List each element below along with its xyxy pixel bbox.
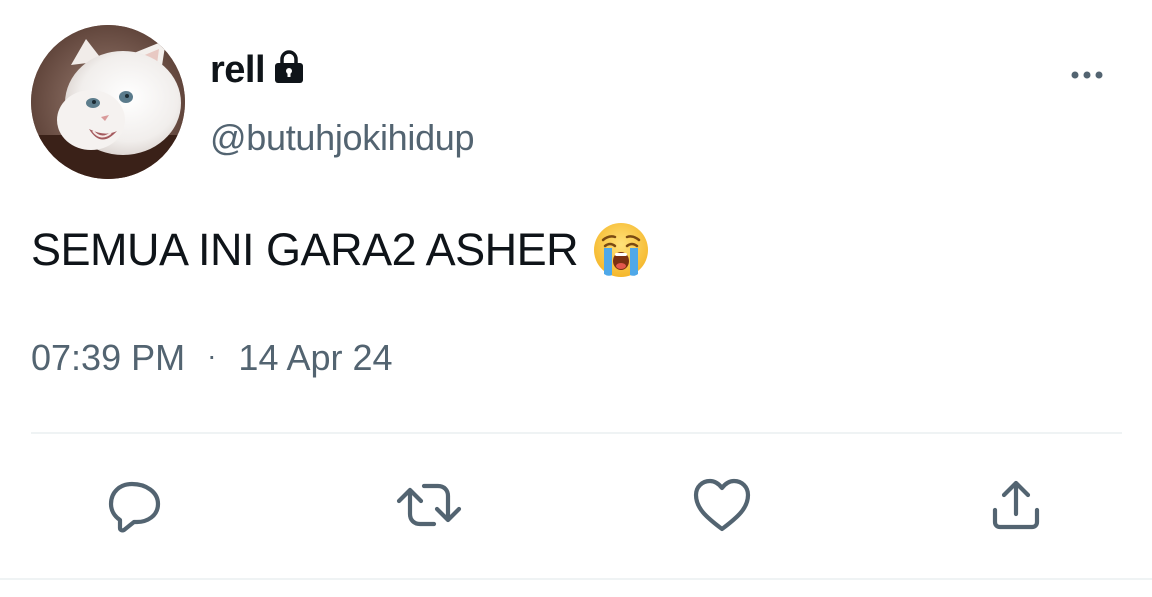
share-icon [987,476,1045,539]
heart-icon [692,477,752,538]
meta-separator: · [207,340,217,371]
bottom-divider [0,578,1152,580]
tweet-text: SEMUA INI GARA2 ASHER [31,220,650,280]
loudly-crying-face-emoji-icon [592,221,650,279]
tweet-text-content: SEMUA INI GARA2 ASHER [31,224,579,275]
display-name-row: rell [210,48,305,92]
more-options-icon[interactable] [1062,60,1112,90]
user-handle[interactable]: @butuhjokihidup [210,116,475,160]
share-button[interactable] [983,474,1049,540]
tweet-date[interactable]: 14 Apr 24 [238,336,392,380]
action-bar [0,474,1152,540]
like-button[interactable] [689,474,755,540]
divider [31,432,1122,434]
tweet-card: rell @butuhjokihidup SEMUA INI GARA2 ASH… [0,0,1152,597]
tweet-meta: 07:39 PM · 14 Apr 24 [31,336,393,380]
retweet-icon [396,476,462,539]
avatar[interactable] [31,25,185,179]
avatar-image [31,25,185,179]
tweet-time[interactable]: 07:39 PM [31,336,185,380]
display-name[interactable]: rell [210,48,266,92]
reply-icon [106,476,164,539]
retweet-button[interactable] [396,474,462,540]
reply-button[interactable] [102,474,168,540]
lock-icon [273,49,305,85]
